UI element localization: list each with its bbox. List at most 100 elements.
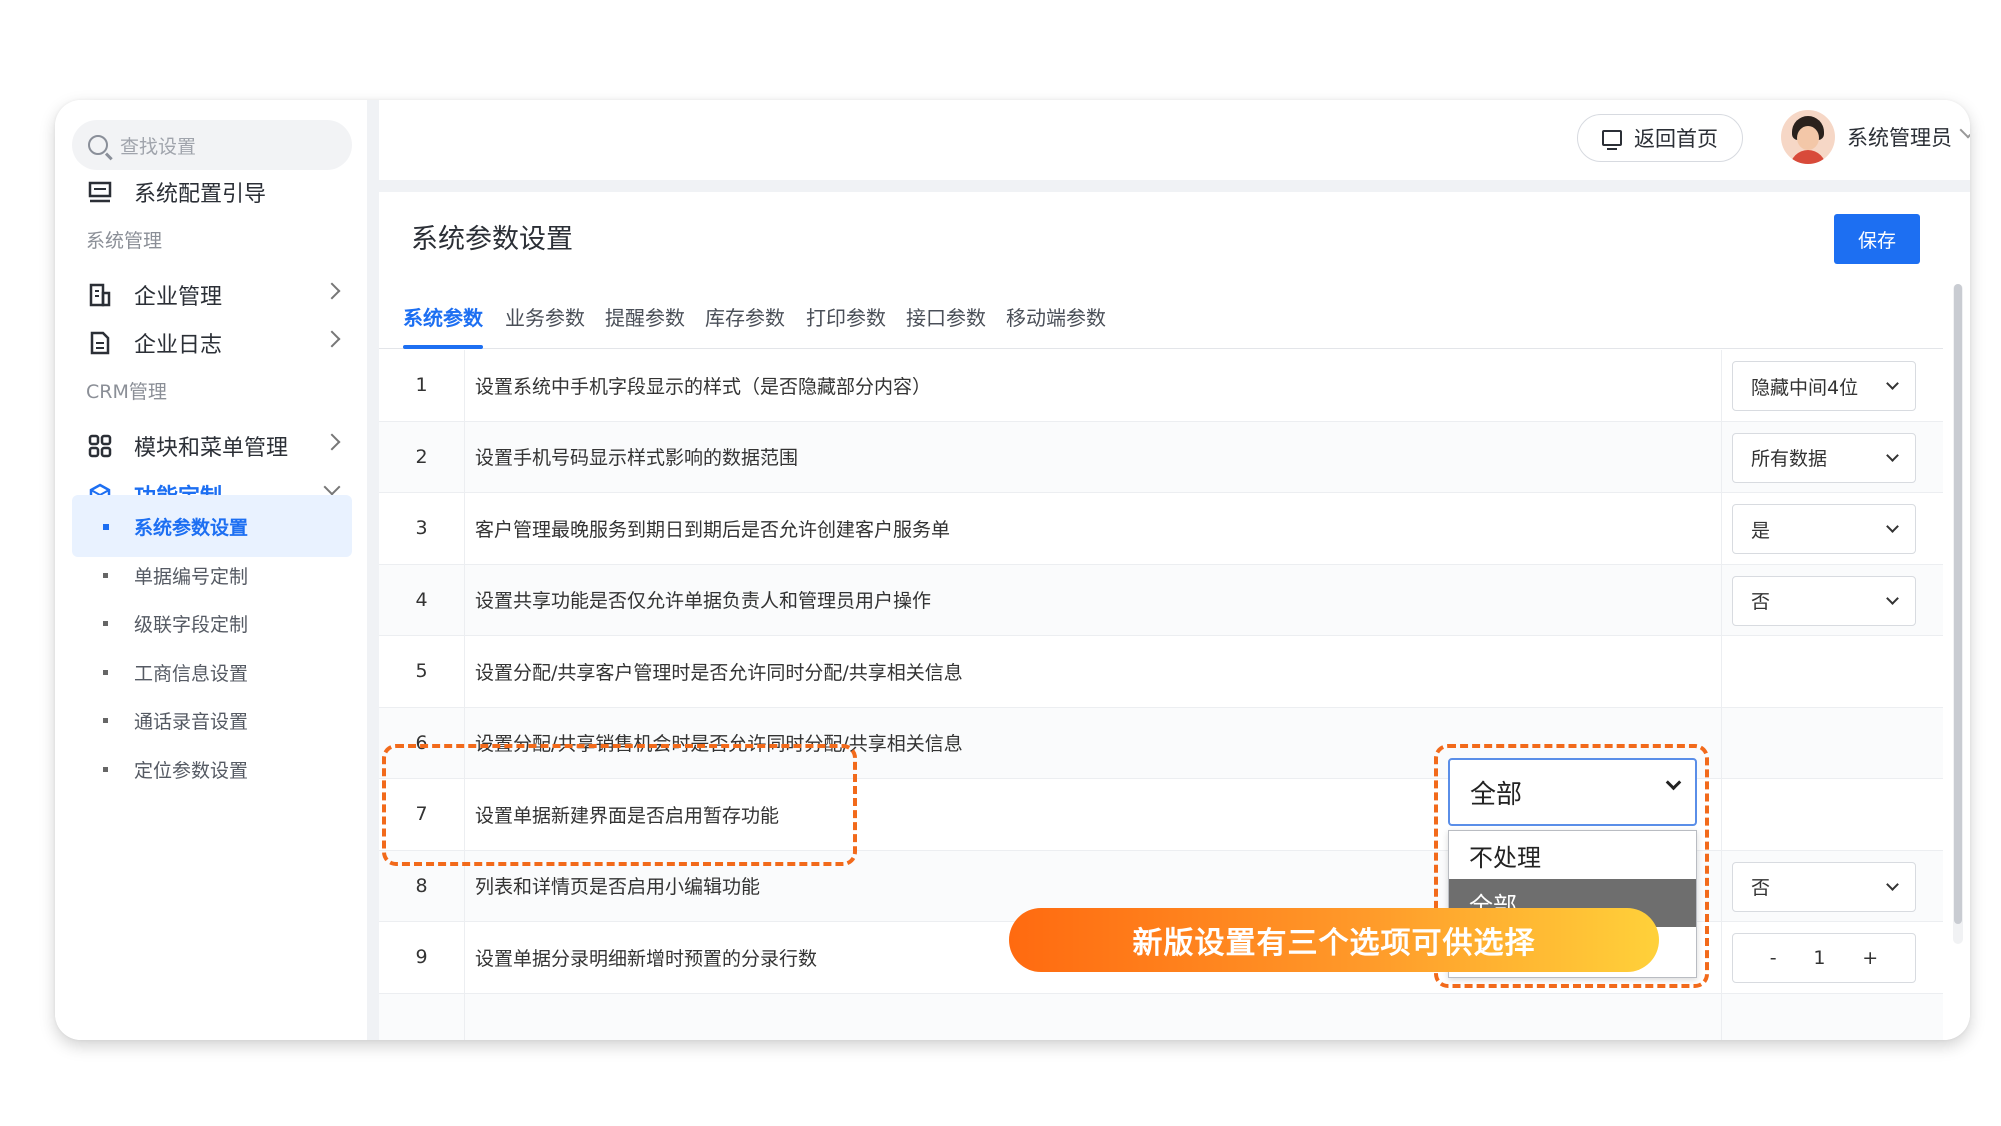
row-control bbox=[1721, 779, 1943, 850]
sidebar: 查找设置 系统配置引导 系统管理 企业管理 企业日志 CRM管理 模块和菜单管理… bbox=[55, 100, 365, 1040]
grid-icon bbox=[86, 432, 114, 460]
row-control: 是 bbox=[1721, 493, 1943, 564]
avatar[interactable] bbox=[1781, 110, 1835, 164]
stepper-plus-button[interactable]: + bbox=[1862, 947, 1878, 969]
bullet-icon bbox=[103, 670, 108, 675]
row-description: 设置系统中手机字段显示的样式（是否隐藏部分内容） bbox=[475, 375, 932, 398]
bullet-icon bbox=[103, 524, 109, 530]
table-row: 3 客户管理最晚服务到期日到期后是否允许创建客户服务单 是 bbox=[379, 493, 1943, 565]
app-window: 查找设置 系统配置引导 系统管理 企业管理 企业日志 CRM管理 模块和菜单管理… bbox=[55, 100, 1970, 1040]
active-tab-indicator bbox=[403, 345, 483, 349]
sidebar-divider bbox=[367, 100, 379, 1040]
sub-item-label: 系统参数设置 bbox=[134, 516, 249, 539]
sub-item-label: 单据编号定制 bbox=[134, 565, 249, 588]
param-select[interactable]: 隐藏中间4位 bbox=[1732, 361, 1916, 411]
row-number: 5 bbox=[379, 636, 465, 707]
row-control: 否 bbox=[1721, 850, 1943, 921]
top-bar: 返回首页 系统管理员 bbox=[379, 100, 1970, 180]
row-control bbox=[1721, 636, 1943, 707]
group-label-crm: CRM管理 bbox=[86, 381, 167, 403]
scrollbar-thumb[interactable] bbox=[1954, 284, 1962, 924]
tab-business-params[interactable]: 业务参数 bbox=[505, 302, 585, 331]
row-control: - 1 + bbox=[1721, 922, 1943, 993]
tab-inventory-params[interactable]: 库存参数 bbox=[705, 302, 785, 331]
chevron-down-icon bbox=[323, 478, 341, 496]
table-row bbox=[379, 993, 1943, 1040]
save-button[interactable]: 保存 bbox=[1834, 214, 1920, 264]
quantity-stepper: - 1 + bbox=[1732, 933, 1916, 983]
monitor-icon bbox=[1602, 130, 1622, 150]
row-control: 隐藏中间4位 bbox=[1721, 350, 1943, 421]
sidebar-item-log[interactable]: 企业日志 bbox=[72, 318, 352, 368]
group-label-system: 系统管理 bbox=[86, 230, 163, 252]
chevron-down-icon bbox=[1886, 591, 1899, 605]
select-value: 是 bbox=[1751, 519, 1771, 542]
row-number: 2 bbox=[379, 421, 465, 492]
chevron-right-icon bbox=[323, 433, 341, 451]
tab-system-params[interactable]: 系统参数 bbox=[403, 302, 483, 331]
back-home-button[interactable]: 返回首页 bbox=[1577, 114, 1743, 162]
table-row: 1 设置系统中手机字段显示的样式（是否隐藏部分内容） 隐藏中间4位 bbox=[379, 350, 1943, 422]
sub-item-label: 通话录音设置 bbox=[134, 710, 249, 733]
tab-print-params[interactable]: 打印参数 bbox=[806, 302, 886, 331]
search-placeholder: 查找设置 bbox=[120, 135, 197, 158]
annotation-banner: 新版设置有三个选项可供选择 bbox=[1009, 908, 1659, 972]
chevron-down-icon bbox=[1886, 877, 1899, 891]
search-icon bbox=[88, 135, 108, 155]
select-value: 隐藏中间4位 bbox=[1751, 376, 1859, 399]
row-description: 设置手机号码显示样式影响的数据范围 bbox=[475, 447, 799, 470]
param-select[interactable]: 所有数据 bbox=[1732, 432, 1916, 483]
highlight-rows-5-6 bbox=[382, 744, 857, 866]
sidebar-item-company[interactable]: 企业管理 bbox=[72, 270, 352, 320]
document-icon bbox=[86, 329, 114, 357]
stepper-value[interactable]: 1 bbox=[1813, 947, 1825, 969]
chevron-down-icon[interactable] bbox=[1959, 121, 1970, 139]
row-control: 否 bbox=[1721, 564, 1943, 635]
sidebar-item-label: 企业管理 bbox=[134, 285, 223, 310]
select-value: 否 bbox=[1751, 591, 1771, 613]
sidebar-item-modules[interactable]: 模块和菜单管理 bbox=[72, 421, 352, 471]
tab-api-params[interactable]: 接口参数 bbox=[906, 302, 986, 331]
page-title: 系统参数设置 bbox=[411, 224, 573, 255]
chevron-down-icon bbox=[1886, 520, 1899, 533]
tab-reminder-params[interactable]: 提醒参数 bbox=[605, 302, 685, 331]
sub-item-location[interactable]: 定位参数设置 bbox=[72, 738, 352, 800]
search-input[interactable]: 查找设置 bbox=[72, 120, 352, 170]
row-number: 9 bbox=[379, 922, 465, 993]
chevron-down-icon bbox=[1886, 377, 1899, 390]
sub-item-label: 级联字段定制 bbox=[134, 613, 249, 636]
param-select[interactable]: 否 bbox=[1732, 861, 1916, 912]
user-name[interactable]: 系统管理员 bbox=[1847, 122, 1952, 152]
sidebar-item-guide[interactable]: 系统配置引导 bbox=[72, 167, 352, 217]
row-control bbox=[1721, 707, 1943, 778]
sidebar-item-label: 系统配置引导 bbox=[134, 182, 267, 207]
stepper-minus-button[interactable]: - bbox=[1770, 947, 1777, 969]
tab-mobile-params[interactable]: 移动端参数 bbox=[1006, 302, 1106, 331]
divider bbox=[379, 180, 1970, 192]
bullet-icon bbox=[103, 718, 108, 723]
chevron-down-icon bbox=[1886, 448, 1899, 462]
table-row: 4 设置共享功能是否仅允许单据负责人和管理员用户操作 否 bbox=[379, 564, 1943, 636]
bullet-icon bbox=[103, 573, 108, 578]
param-select[interactable]: 否 bbox=[1732, 575, 1916, 626]
chevron-right-icon bbox=[323, 330, 341, 348]
row-description: 设置分配/共享客户管理时是否允许同时分配/共享相关信息 bbox=[475, 661, 963, 684]
row-number: 3 bbox=[379, 493, 465, 564]
row-number: 1 bbox=[379, 350, 465, 421]
chevron-right-icon bbox=[323, 282, 341, 300]
row-number: 4 bbox=[379, 564, 465, 635]
table-row: 2 设置手机号码显示样式影响的数据范围 所有数据 bbox=[379, 421, 1943, 493]
table-row: 5 设置分配/共享客户管理时是否允许同时分配/共享相关信息 bbox=[379, 636, 1943, 708]
sub-item-label: 定位参数设置 bbox=[134, 759, 249, 782]
tab-bar: 系统参数 业务参数 提醒参数 库存参数 打印参数 接口参数 移动端参数 bbox=[379, 284, 1943, 349]
sidebar-item-label: 模块和菜单管理 bbox=[134, 436, 289, 461]
sub-item-label: 工商信息设置 bbox=[134, 662, 249, 685]
sidebar-item-label: 企业日志 bbox=[134, 333, 223, 358]
param-select[interactable]: 是 bbox=[1732, 504, 1916, 554]
monitor-icon bbox=[86, 178, 114, 206]
select-value: 所有数据 bbox=[1751, 448, 1828, 470]
bullet-icon bbox=[103, 621, 108, 626]
building-icon bbox=[86, 281, 114, 309]
row-description: 设置共享功能是否仅允许单据负责人和管理员用户操作 bbox=[475, 590, 932, 613]
content-panel: 系统参数设置 保存 系统参数 业务参数 提醒参数 库存参数 打印参数 接口参数 … bbox=[379, 192, 1970, 1040]
